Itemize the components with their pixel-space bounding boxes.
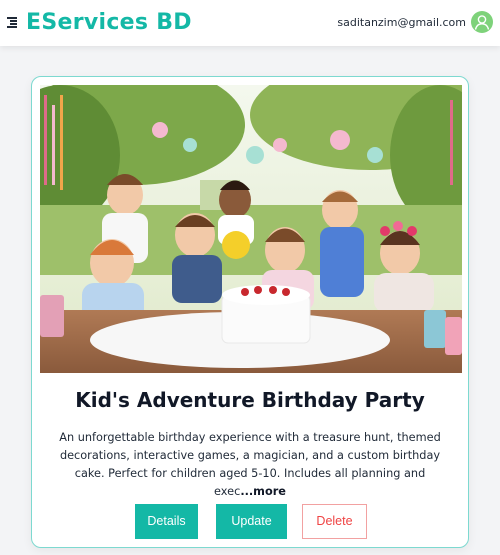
- service-card: Kid's Adventure Birthday Party An unforg…: [31, 76, 469, 548]
- delete-button[interactable]: Delete: [302, 504, 367, 539]
- top-navbar: EServices BD saditanzim@gmail.com: [0, 0, 500, 46]
- brand-logo[interactable]: EServices BD: [26, 8, 192, 38]
- service-image: [40, 85, 462, 373]
- details-button[interactable]: Details: [135, 504, 198, 539]
- user-avatar-icon[interactable]: [471, 11, 493, 33]
- user-email: saditanzim@gmail.com: [337, 16, 466, 29]
- service-description: An unforgettable birthday experience wit…: [50, 429, 450, 501]
- menu-icon[interactable]: [7, 17, 17, 28]
- service-title: Kid's Adventure Birthday Party: [75, 388, 425, 412]
- update-button[interactable]: Update: [216, 504, 287, 539]
- read-more-link[interactable]: ...more: [240, 485, 286, 498]
